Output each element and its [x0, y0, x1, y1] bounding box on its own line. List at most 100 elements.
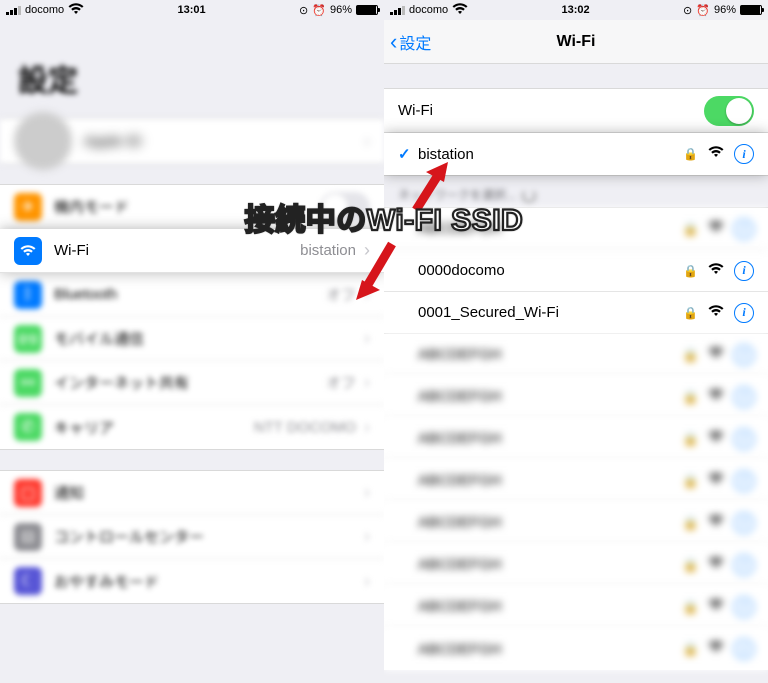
battery-icon	[740, 5, 762, 15]
ssid-label: ABCDEFGH	[418, 514, 683, 531]
carrier-value: NTT DOCOMO	[254, 419, 356, 436]
info-button[interactable]: i	[734, 513, 754, 533]
controlcenter-label: コントロールセンター	[54, 526, 364, 547]
battery-pct: 96%	[714, 4, 736, 16]
ssid-label: ABCDEFGH	[418, 556, 683, 573]
row-controlcenter[interactable]: ⊟ コントロールセンター ›	[0, 515, 384, 559]
row-dnd[interactable]: ☾ おやすみモード ›	[0, 559, 384, 603]
lock-icon: 🔒	[683, 558, 698, 572]
row-wifi[interactable]: Wi-Fi bistation ›	[0, 229, 384, 273]
airplane-toggle[interactable]	[320, 192, 370, 222]
info-button[interactable]: i	[734, 387, 754, 407]
hotspot-icon: ⚯	[14, 369, 42, 397]
wifi-label: Wi-Fi	[54, 242, 300, 259]
status-bar: docomo 13:02 ⊙ ⏰ 96%	[384, 0, 768, 20]
wifi-strength-icon	[708, 514, 724, 532]
carrier-label: キャリア	[54, 417, 254, 438]
connectivity-group: ✈ 機内モード Wi-Fi bistation › ᛒ Bluetooth オフ…	[0, 184, 384, 450]
info-button[interactable]: i	[734, 144, 754, 164]
settings-screen: docomo 13:01 ⊙ ⏰ 96% 設定 Apple ID › ✈ 機内モ…	[0, 0, 384, 683]
network-row[interactable]: ABCDEFGH🔒i	[384, 418, 768, 460]
wifi-strength-icon	[708, 145, 724, 163]
wifi-screen: docomo 13:02 ⊙ ⏰ 96% ‹ 設定 Wi-Fi Wi-Fi ✓ …	[384, 0, 768, 683]
wifi-status-icon	[452, 3, 468, 18]
back-button[interactable]: ‹ 設定	[390, 30, 431, 54]
alarm-icon-2: ⏰	[696, 4, 710, 17]
cellular-label: モバイル通信	[54, 328, 364, 349]
info-button[interactable]: i	[734, 597, 754, 617]
info-button[interactable]: i	[734, 303, 754, 323]
page-title: 設定	[0, 20, 384, 118]
lock-icon: 🔒	[683, 600, 698, 614]
chevron-right-icon: ›	[364, 372, 370, 393]
battery-pct: 96%	[330, 4, 352, 16]
row-bluetooth[interactable]: ᛒ Bluetooth オフ ›	[0, 273, 384, 317]
info-button[interactable]: i	[734, 219, 754, 239]
network-row[interactable]: ABCDEFGH🔒i	[384, 460, 768, 502]
row-notifications[interactable]: ▢ 通知 ›	[0, 471, 384, 515]
network-row[interactable]: ABCDEFGH🔒i	[384, 628, 768, 670]
carrier-label: docomo	[409, 4, 448, 16]
ssid-label: ABCDEFGH	[418, 641, 683, 658]
info-button[interactable]: i	[734, 471, 754, 491]
clock: 13:02	[562, 4, 590, 16]
network-row[interactable]: ABCDEFGH🔒i	[384, 334, 768, 376]
info-button[interactable]: i	[734, 261, 754, 281]
ssid-label: 0000docomo	[418, 262, 683, 279]
ssid-label: ABCDEFGH	[418, 220, 683, 237]
info-button[interactable]: i	[734, 345, 754, 365]
network-row[interactable]: ABCDEFGH🔒i	[384, 502, 768, 544]
network-row[interactable]: ABCDEFGH🔒 i	[384, 544, 768, 586]
row-cellular[interactable]: ((•)) モバイル通信 ›	[0, 317, 384, 361]
wifi-switch[interactable]	[704, 96, 754, 126]
battery-icon	[356, 5, 378, 15]
airplane-icon: ✈	[14, 193, 42, 221]
network-list: ABCDEFGH🔒i0000docomo🔒i0001_Secured_Wi-Fi…	[384, 207, 768, 670]
lock-icon: 🔒	[683, 222, 698, 236]
bluetooth-label: Bluetooth	[54, 286, 326, 303]
row-airplane[interactable]: ✈ 機内モード	[0, 185, 384, 229]
cellular-icon: ((•))	[14, 325, 42, 353]
lock-icon: 🔒	[683, 390, 698, 404]
back-label: 設定	[399, 30, 431, 54]
wifi-strength-icon	[708, 262, 724, 280]
lock-icon: 🔒	[683, 474, 698, 488]
network-row[interactable]: ABCDEFGH🔒 i	[384, 586, 768, 628]
info-button[interactable]: i	[734, 639, 754, 659]
lock-icon: 🔒	[683, 306, 698, 320]
lock-icon: 🔒	[683, 348, 698, 362]
lock-icon: 🔒	[683, 264, 698, 278]
row-carrier[interactable]: ✆ キャリア NTT DOCOMO ›	[0, 405, 384, 449]
row-wifi-toggle[interactable]: Wi-Fi	[384, 89, 768, 133]
ssid-label: ABCDEFGH	[418, 388, 683, 405]
chevron-right-icon: ›	[364, 571, 370, 592]
hotspot-label: インターネット共有	[54, 372, 326, 393]
dnd-label: おやすみモード	[54, 571, 364, 592]
alarm-icon: ⊙	[299, 4, 308, 17]
ssid-label: ABCDEFGH	[418, 430, 683, 447]
chevron-right-icon: ›	[364, 526, 370, 547]
clock: 13:01	[178, 4, 206, 16]
signal-icon	[6, 6, 21, 15]
chevron-right-icon: ›	[364, 482, 370, 503]
network-row[interactable]: 0000docomo🔒 i	[384, 250, 768, 292]
row-hotspot[interactable]: ⚯ インターネット共有 オフ ›	[0, 361, 384, 405]
connected-ssid: bistation	[418, 146, 683, 163]
avatar	[14, 112, 72, 170]
carrier-icon: ✆	[14, 413, 42, 441]
ssid-label: 0001_Secured_Wi-Fi	[418, 304, 683, 321]
system-group: ▢ 通知 › ⊟ コントロールセンター › ☾ おやすみモード ›	[0, 470, 384, 604]
hotspot-value: オフ	[326, 372, 356, 393]
ssid-label: ABCDEFGH	[418, 598, 683, 615]
wifi-strength-icon	[708, 556, 724, 574]
network-row[interactable]: 0001_Secured_Wi-Fi🔒 i	[384, 292, 768, 334]
info-button[interactable]: i	[734, 429, 754, 449]
bluetooth-icon: ᛒ	[14, 281, 42, 309]
wifi-strength-icon	[708, 304, 724, 322]
network-row[interactable]: ABCDEFGH🔒 i	[384, 376, 768, 418]
info-button[interactable]: i	[734, 555, 754, 575]
wifi-icon	[14, 237, 42, 265]
apple-id-group[interactable]: Apple ID ›	[0, 118, 384, 164]
signal-icon	[390, 6, 405, 15]
wifi-strength-icon	[708, 220, 724, 238]
